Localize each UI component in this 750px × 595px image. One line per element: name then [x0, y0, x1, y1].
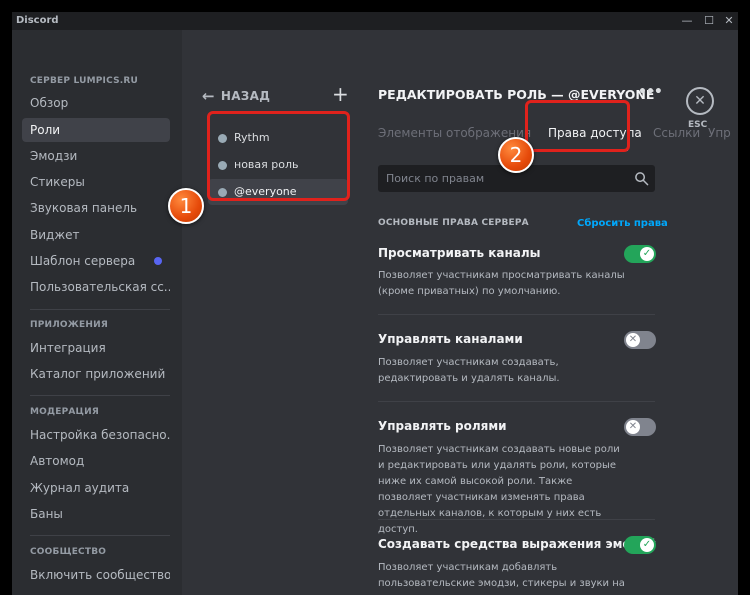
back-label: НАЗАД [220, 89, 271, 103]
sidebar-item-custom-link[interactable]: Пользовательская сс... [22, 275, 170, 299]
permission-title: Управлять ролями [378, 419, 507, 433]
sidebar-section-header: СООБЩЕСТВО [30, 547, 107, 557]
permission-toggle-manage-roles[interactable]: ✕ [624, 418, 656, 436]
permission-divider [378, 314, 655, 315]
permissions-group-header: ОСНОВНЫЕ ПРАВА СЕРВЕРА [378, 218, 529, 228]
plus-icon[interactable]: + [332, 82, 349, 106]
sidebar-item-automod[interactable]: Автомод [22, 449, 170, 473]
more-options-icon[interactable]: ••• [638, 84, 663, 100]
sidebar-item-label: Шаблон сервера [30, 254, 136, 268]
sidebar-item-audit-log[interactable]: Журнал аудита [22, 476, 170, 500]
sidebar-section-header: СЕРВЕР LUMPICS.RU [30, 76, 139, 86]
permission-title: Просматривать каналы [378, 246, 541, 260]
permission-divider [378, 401, 655, 402]
tab-links[interactable]: Ссылки [653, 126, 700, 140]
close-settings-button[interactable]: ✕ [686, 87, 714, 115]
tab-manage[interactable]: Упр [708, 126, 731, 140]
search-icon [635, 172, 649, 186]
back-button[interactable]: ← НАЗАД [202, 87, 270, 105]
sidebar-item-stickers[interactable]: Стикеры [22, 170, 170, 194]
sidebar-item-bans[interactable]: Баны [22, 502, 170, 526]
highlight-box-roles [207, 111, 350, 201]
sidebar-item-overview[interactable]: Обзор [22, 91, 170, 115]
sidebar-item-roles[interactable]: Роли [22, 118, 170, 142]
title-bar: Discord — ☐ ✕ [12, 12, 738, 30]
sidebar-item-integration[interactable]: Интеграция [22, 336, 170, 360]
permission-description: Позволяет участникам просматривать канал… [378, 270, 625, 297]
reset-permissions-link[interactable]: Сбросить права [577, 218, 668, 229]
permission-toggle-manage-channels[interactable]: ✕ [624, 331, 656, 349]
permission-description: Позволяет участникам добавлять пользоват… [378, 562, 625, 595]
permission-divider [378, 519, 655, 520]
step-badge-1: 1 [168, 188, 204, 224]
permission-description: Позволяет участникам создавать, редактир… [378, 357, 560, 384]
sidebar-item-enable-community[interactable]: Включить сообщество [22, 563, 170, 587]
maximize-button[interactable]: ☐ [700, 13, 718, 29]
sidebar-item-emoji[interactable]: Эмодзи [22, 144, 170, 168]
check-icon: ✓ [640, 247, 654, 261]
step-badge-2: 2 [498, 137, 534, 173]
sidebar-divider [30, 309, 170, 310]
permission-toggle-create-expressions[interactable]: ✓ [624, 536, 656, 554]
window-title: Discord [16, 15, 59, 26]
permission-toggle-view-channels[interactable]: ✓ [624, 245, 656, 263]
arrow-left-icon: ← [202, 87, 215, 105]
x-icon: ✕ [626, 420, 640, 434]
sidebar-item-soundboard[interactable]: Звуковая панель [22, 196, 170, 220]
sidebar-item-server-template[interactable]: Шаблон сервера [22, 249, 170, 273]
sidebar-section-header: ПРИЛОЖЕНИЯ [30, 320, 108, 330]
close-window-button[interactable]: ✕ [720, 13, 738, 29]
sidebar-divider [30, 535, 170, 536]
x-icon: ✕ [626, 333, 640, 347]
sidebar-item-app-directory[interactable]: Каталог приложений [22, 362, 170, 386]
sidebar-divider [30, 395, 170, 396]
notification-dot-icon [154, 257, 162, 265]
permission-title: Управлять каналами [378, 332, 523, 346]
minimize-button[interactable]: — [678, 13, 696, 29]
permission-description: Позволяет участникам создавать новые рол… [378, 444, 620, 535]
sidebar-item-safety-setup[interactable]: Настройка безопасно... [22, 423, 170, 447]
sidebar-item-widget[interactable]: Виджет [22, 223, 170, 247]
discord-window: Discord — ☐ ✕ СЕРВЕР LUMPICS.RU Обзор Ро… [12, 12, 738, 595]
settings-sidebar: СЕРВЕР LUMPICS.RU Обзор Роли Эмодзи Стик… [12, 30, 182, 595]
permission-title: Создавать средства выражения эмоций [378, 537, 657, 551]
highlight-box-permissions-tab [525, 100, 630, 152]
sidebar-section-header: МОДЕРАЦИЯ [30, 407, 99, 417]
check-icon: ✓ [640, 538, 654, 552]
search-input[interactable] [378, 165, 628, 192]
